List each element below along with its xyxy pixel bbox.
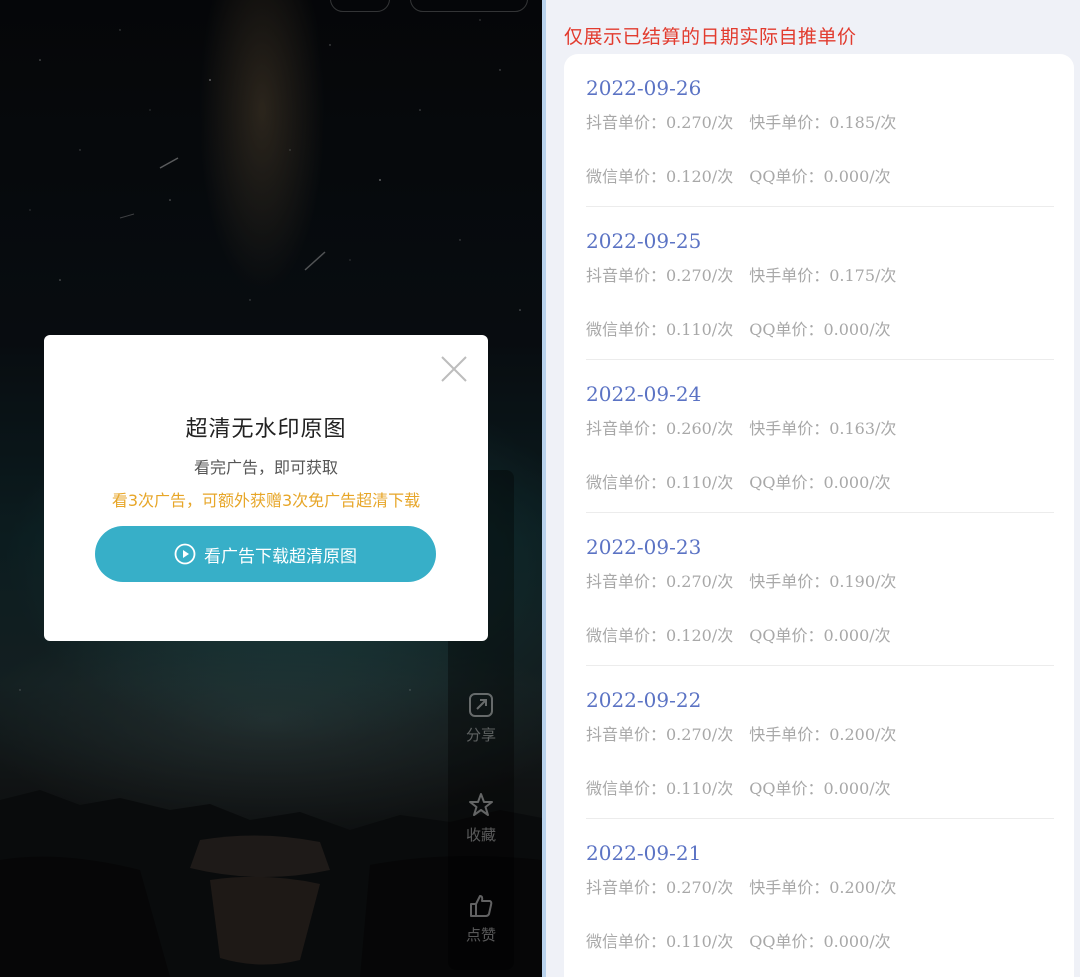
- kuaishou-price: 快手单价：0.185/次: [749, 113, 897, 132]
- qq-price: QQ单价：0.000/次: [749, 320, 891, 339]
- kuaishou-price: 快手单价：0.163/次: [749, 419, 897, 438]
- wechat-price: 微信单价：0.120/次: [586, 167, 734, 186]
- wechat-price: 微信单价：0.110/次: [586, 320, 734, 339]
- qq-price: QQ单价：0.000/次: [749, 779, 891, 798]
- douyin-price: 抖音单价：0.260/次: [586, 419, 734, 438]
- price-entry: 2022-09-23 抖音单价：0.270/次 快手单价：0.190/次 微信单价…: [586, 513, 1054, 666]
- kuaishou-price: 快手单价：0.200/次: [749, 725, 897, 744]
- price-row-video: 抖音单价：0.260/次 快手单价：0.163/次: [586, 415, 896, 439]
- modal-subtitle: 看完广告，即可获取: [193, 458, 338, 477]
- price-row-social: 微信单价：0.110/次 QQ单价：0.000/次: [586, 469, 891, 493]
- price-entry: 2022-09-26 抖音单价：0.270/次 快手单价：0.185/次 微信单价…: [586, 54, 1054, 207]
- qq-price: QQ单价：0.000/次: [749, 473, 891, 492]
- price-row-social: 微信单价：0.110/次 QQ单价：0.000/次: [586, 316, 891, 340]
- price-row-video: 抖音单价：0.270/次 快手单价：0.185/次: [586, 109, 896, 133]
- price-entry: 2022-09-24 抖音单价：0.260/次 快手单价：0.163/次 微信单价…: [586, 360, 1054, 513]
- price-row-social: 微信单价：0.110/次 QQ单价：0.000/次: [586, 928, 891, 952]
- kuaishou-price: 快手单价：0.175/次: [749, 266, 897, 285]
- price-row-social: 微信单价：0.120/次 QQ单价：0.000/次: [586, 622, 891, 646]
- douyin-price: 抖音单价：0.270/次: [586, 725, 734, 744]
- price-row-social: 微信单价：0.120/次 QQ单价：0.000/次: [586, 163, 891, 187]
- play-circle-icon: [174, 543, 196, 565]
- price-row-video: 抖音单价：0.270/次 快手单价：0.200/次: [586, 721, 896, 745]
- douyin-price: 抖音单价：0.270/次: [586, 266, 734, 285]
- entry-date: 2022-09-25: [586, 229, 702, 253]
- price-row-social: 微信单价：0.110/次 QQ单价：0.000/次: [586, 775, 891, 799]
- modal-promo-text: 看3次广告，可额外获赠3次免广告超清下载: [111, 491, 421, 510]
- wechat-price: 微信单价：0.120/次: [586, 626, 734, 645]
- entry-date: 2022-09-24: [586, 382, 702, 406]
- price-entry: 2022-09-21 抖音单价：0.270/次 快手单价：0.200/次 微信单价…: [586, 819, 1054, 972]
- kuaishou-price: 快手单价：0.200/次: [749, 878, 897, 897]
- douyin-price: 抖音单价：0.270/次: [586, 572, 734, 591]
- qq-price: QQ单价：0.000/次: [749, 167, 891, 186]
- entry-date: 2022-09-23: [586, 535, 702, 559]
- price-panel: 仅展示已结算的日期实际自推单价 2022-09-26 抖音单价：0.270/次快…: [546, 0, 1080, 977]
- entry-date: 2022-09-22: [586, 688, 702, 712]
- entry-date: 2022-09-26: [586, 76, 702, 100]
- qq-price: QQ单价：0.000/次: [749, 626, 891, 645]
- price-entry: 2022-09-22 抖音单价：0.270/次 快手单价：0.200/次 微信单价…: [586, 666, 1054, 819]
- price-entry: 2022-09-25 抖音单价：0.270/次 快手单价：0.175/次 微信单价…: [586, 207, 1054, 360]
- qq-price: QQ单价：0.000/次: [749, 932, 891, 951]
- douyin-price: 抖音单价：0.270/次: [586, 113, 734, 132]
- download-modal: 超清无水印原图 看完广告，即可获取 看3次广告，可额外获赠3次免广告超清下载 看…: [44, 335, 488, 641]
- price-row-video: 抖音单价：0.270/次 快手单价：0.200/次: [586, 874, 896, 898]
- wechat-price: 微信单价：0.110/次: [586, 932, 734, 951]
- wechat-price: 微信单价：0.110/次: [586, 473, 734, 492]
- douyin-price: 抖音单价：0.270/次: [586, 878, 734, 897]
- close-icon[interactable]: [440, 355, 468, 383]
- kuaishou-price: 快手单价：0.190/次: [749, 572, 897, 591]
- watch-ad-download-button[interactable]: 看广告下载超清原图: [95, 526, 436, 582]
- watch-ad-button-label: 看广告下载超清原图: [204, 546, 357, 567]
- wechat-price: 微信单价：0.110/次: [586, 779, 734, 798]
- modal-title: 超清无水印原图: [185, 417, 347, 442]
- settlement-notice: 仅展示已结算的日期实际自推单价: [564, 26, 857, 48]
- entry-date: 2022-09-21: [586, 841, 702, 865]
- price-row-video: 抖音单价：0.270/次 快手单价：0.175/次: [586, 262, 896, 286]
- price-row-video: 抖音单价：0.270/次 快手单价：0.190/次: [586, 568, 896, 592]
- price-list-card: 2022-09-26 抖音单价：0.270/次 快手单价：0.185/次 微信单价…: [564, 54, 1074, 977]
- wallpaper-preview: 分享 收藏 点赞 超清无水印原图 看完广告，即可获取 看3次广告，可额外获赠3次…: [0, 0, 542, 977]
